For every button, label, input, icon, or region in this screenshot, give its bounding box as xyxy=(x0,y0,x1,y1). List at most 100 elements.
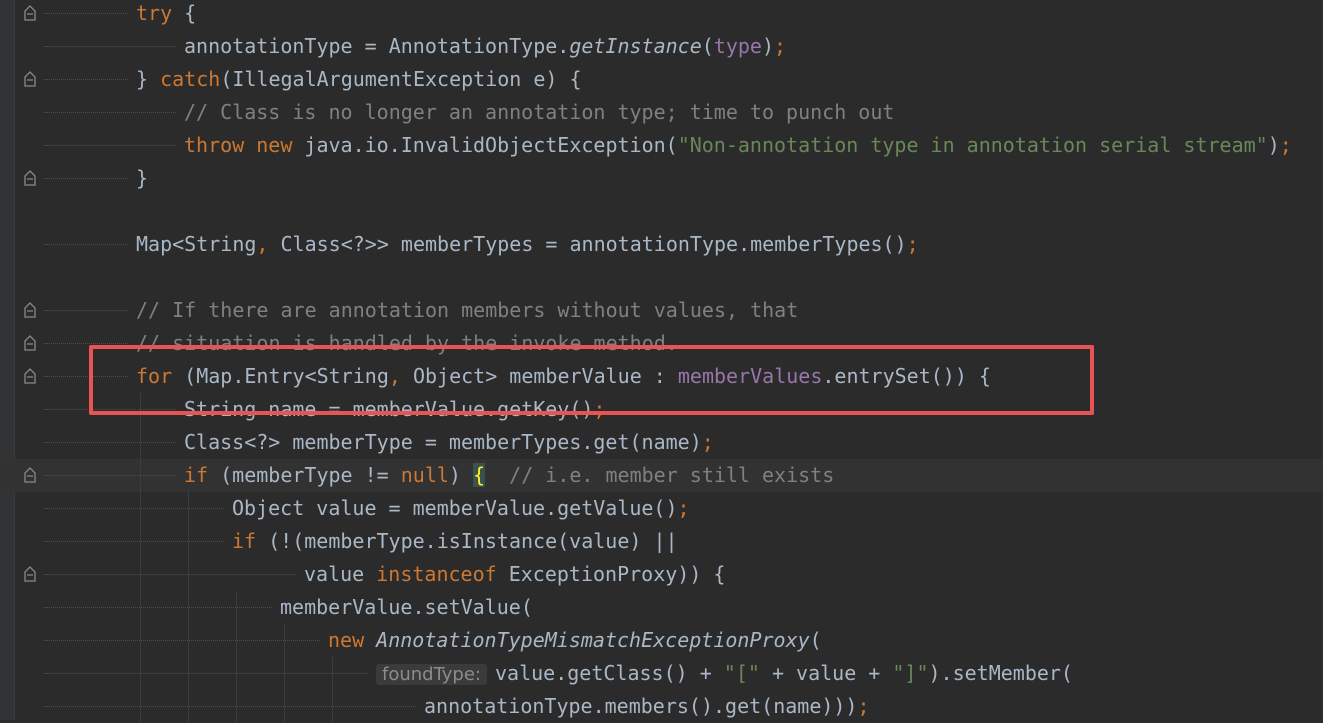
whitespace-dots xyxy=(44,310,128,311)
fold-marker-icon[interactable] xyxy=(23,335,37,352)
whitespace-dots xyxy=(44,442,176,443)
fold-marker-icon[interactable] xyxy=(23,5,37,22)
code-text[interactable]: annotationType = AnnotationType.getInsta… xyxy=(184,30,786,63)
code-token: (IllegalArgumentException e) { xyxy=(220,67,582,91)
code-token: // If there are annotation members witho… xyxy=(136,298,799,322)
code-line[interactable]: // Class is no longer an annotation type… xyxy=(0,96,1323,129)
code-line[interactable]: Class<?> memberType = memberTypes.get(na… xyxy=(0,426,1323,459)
code-line[interactable]: try { xyxy=(0,0,1323,30)
code-token: Class<?>> memberTypes = annotationType.m… xyxy=(268,232,907,256)
code-text[interactable]: foundType: value.getClass() + "[" + value… xyxy=(376,657,1073,690)
code-line[interactable]: annotationType.members().get(name))); xyxy=(0,690,1323,723)
whitespace-dots xyxy=(44,574,296,575)
code-line[interactable]: throw new java.io.InvalidObjectException… xyxy=(0,129,1323,162)
code-token: { xyxy=(473,463,486,487)
code-text[interactable]: } catch(IllegalArgumentException e) { xyxy=(136,63,582,96)
whitespace-dots xyxy=(44,145,176,146)
code-line[interactable] xyxy=(0,261,1323,294)
parameter-hint: foundType: xyxy=(376,664,487,685)
fold-marker-icon[interactable] xyxy=(23,368,37,385)
code-text[interactable]: if (!(memberType.isInstance(value) || xyxy=(232,525,678,558)
code-text[interactable]: try { xyxy=(136,0,196,30)
code-line[interactable] xyxy=(0,195,1323,228)
code-line[interactable]: annotationType = AnnotationType.getInsta… xyxy=(0,30,1323,63)
whitespace-dots xyxy=(44,607,272,608)
code-text[interactable]: Map<String, Class<?>> memberTypes = anno… xyxy=(136,228,919,261)
code-token: ; xyxy=(906,232,919,256)
indent-guide xyxy=(236,591,237,723)
code-text[interactable]: throw new java.io.InvalidObjectException… xyxy=(184,129,1292,162)
code-token: java.io.InvalidObjectException( xyxy=(292,133,678,157)
code-text[interactable]: annotationType.members().get(name))); xyxy=(424,690,870,723)
code-line[interactable]: } catch(IllegalArgumentException e) { xyxy=(0,63,1323,96)
code-line[interactable]: // If there are annotation members witho… xyxy=(0,294,1323,327)
code-line[interactable]: foundType: value.getClass() + "[" + value… xyxy=(0,657,1323,690)
code-token: AnnotationTypeMismatchExceptionProxy xyxy=(376,628,810,652)
highlight-annotation-box xyxy=(89,345,1094,415)
whitespace-dots xyxy=(44,112,176,113)
code-token: ; xyxy=(1279,133,1292,157)
code-line[interactable]: memberValue.setValue( xyxy=(0,591,1323,624)
code-token: getInstance xyxy=(569,34,702,58)
fold-marker-icon[interactable] xyxy=(23,71,37,88)
code-token: Map<String xyxy=(136,232,257,256)
whitespace-dots xyxy=(44,673,368,674)
code-line[interactable]: Map<String, Class<?>> memberTypes = anno… xyxy=(0,228,1323,261)
code-token: annotationType = AnnotationType. xyxy=(184,34,570,58)
code-line[interactable]: if (!(memberType.isInstance(value) || xyxy=(0,525,1323,558)
code-token: catch xyxy=(160,67,221,91)
code-text[interactable]: // Class is no longer an annotation type… xyxy=(184,96,894,129)
code-text[interactable]: } xyxy=(136,162,148,195)
indent-guide xyxy=(332,657,333,723)
fold-marker-icon[interactable] xyxy=(23,302,37,319)
whitespace-dots xyxy=(44,244,128,245)
code-token: } xyxy=(136,166,149,190)
code-text[interactable]: // If there are annotation members witho… xyxy=(136,294,798,327)
code-line[interactable]: value instanceof ExceptionProxy)) { xyxy=(0,558,1323,591)
whitespace-dots xyxy=(44,706,416,707)
code-text[interactable]: memberValue.setValue( xyxy=(280,591,533,624)
whitespace-dots xyxy=(44,13,128,14)
code-token: { xyxy=(172,1,197,25)
indent-guide xyxy=(284,624,285,723)
fold-marker-icon[interactable] xyxy=(23,566,37,583)
fold-marker-icon[interactable] xyxy=(23,467,37,484)
code-token: instanceof xyxy=(376,562,497,586)
code-text[interactable]: new AnnotationTypeMismatchExceptionProxy… xyxy=(328,624,822,657)
whitespace-dots xyxy=(44,178,128,179)
code-token: // i.e. member still exists xyxy=(509,463,835,487)
code-line[interactable]: if (memberType != null) { // i.e. member… xyxy=(0,459,1323,492)
whitespace-dots xyxy=(44,541,224,542)
whitespace-dots xyxy=(44,343,128,344)
code-token: "]" xyxy=(892,661,929,685)
code-token: value.getClass() + xyxy=(495,661,724,685)
indent-guide xyxy=(188,492,189,723)
code-token: Object value = memberValue.getValue() xyxy=(232,496,678,520)
code-text[interactable]: Object value = memberValue.getValue(); xyxy=(232,492,690,525)
code-token: memberValue.setValue( xyxy=(280,595,533,619)
fold-marker-icon[interactable] xyxy=(23,170,37,187)
code-token: ExceptionProxy)) { xyxy=(496,562,726,586)
code-token: "[" xyxy=(723,661,760,685)
code-text[interactable]: Class<?> memberType = memberTypes.get(na… xyxy=(184,426,714,459)
code-token: ; xyxy=(774,34,787,58)
whitespace-dots xyxy=(44,640,320,641)
code-token: value xyxy=(304,562,377,586)
code-token: Class<?> memberType = memberTypes.get(na… xyxy=(184,430,702,454)
code-token: if xyxy=(184,463,209,487)
code-line[interactable]: new AnnotationTypeMismatchExceptionProxy… xyxy=(0,624,1323,657)
code-token: ( xyxy=(701,34,714,58)
code-token: ) xyxy=(761,34,775,58)
code-token: // Class is no longer an annotation type… xyxy=(184,100,895,124)
code-token: "Non-annotation type in annotation seria… xyxy=(677,133,1268,157)
code-token: (memberType != xyxy=(208,463,401,487)
code-text[interactable]: if (memberType != null) { // i.e. member… xyxy=(184,459,834,492)
code-line[interactable]: } xyxy=(0,162,1323,195)
code-token: } xyxy=(136,67,161,91)
code-token: try xyxy=(136,1,173,25)
code-line[interactable]: Object value = memberValue.getValue(); xyxy=(0,492,1323,525)
whitespace-dots xyxy=(44,508,224,509)
code-text[interactable]: value instanceof ExceptionProxy)) { xyxy=(304,558,725,591)
whitespace-dots xyxy=(44,475,176,476)
